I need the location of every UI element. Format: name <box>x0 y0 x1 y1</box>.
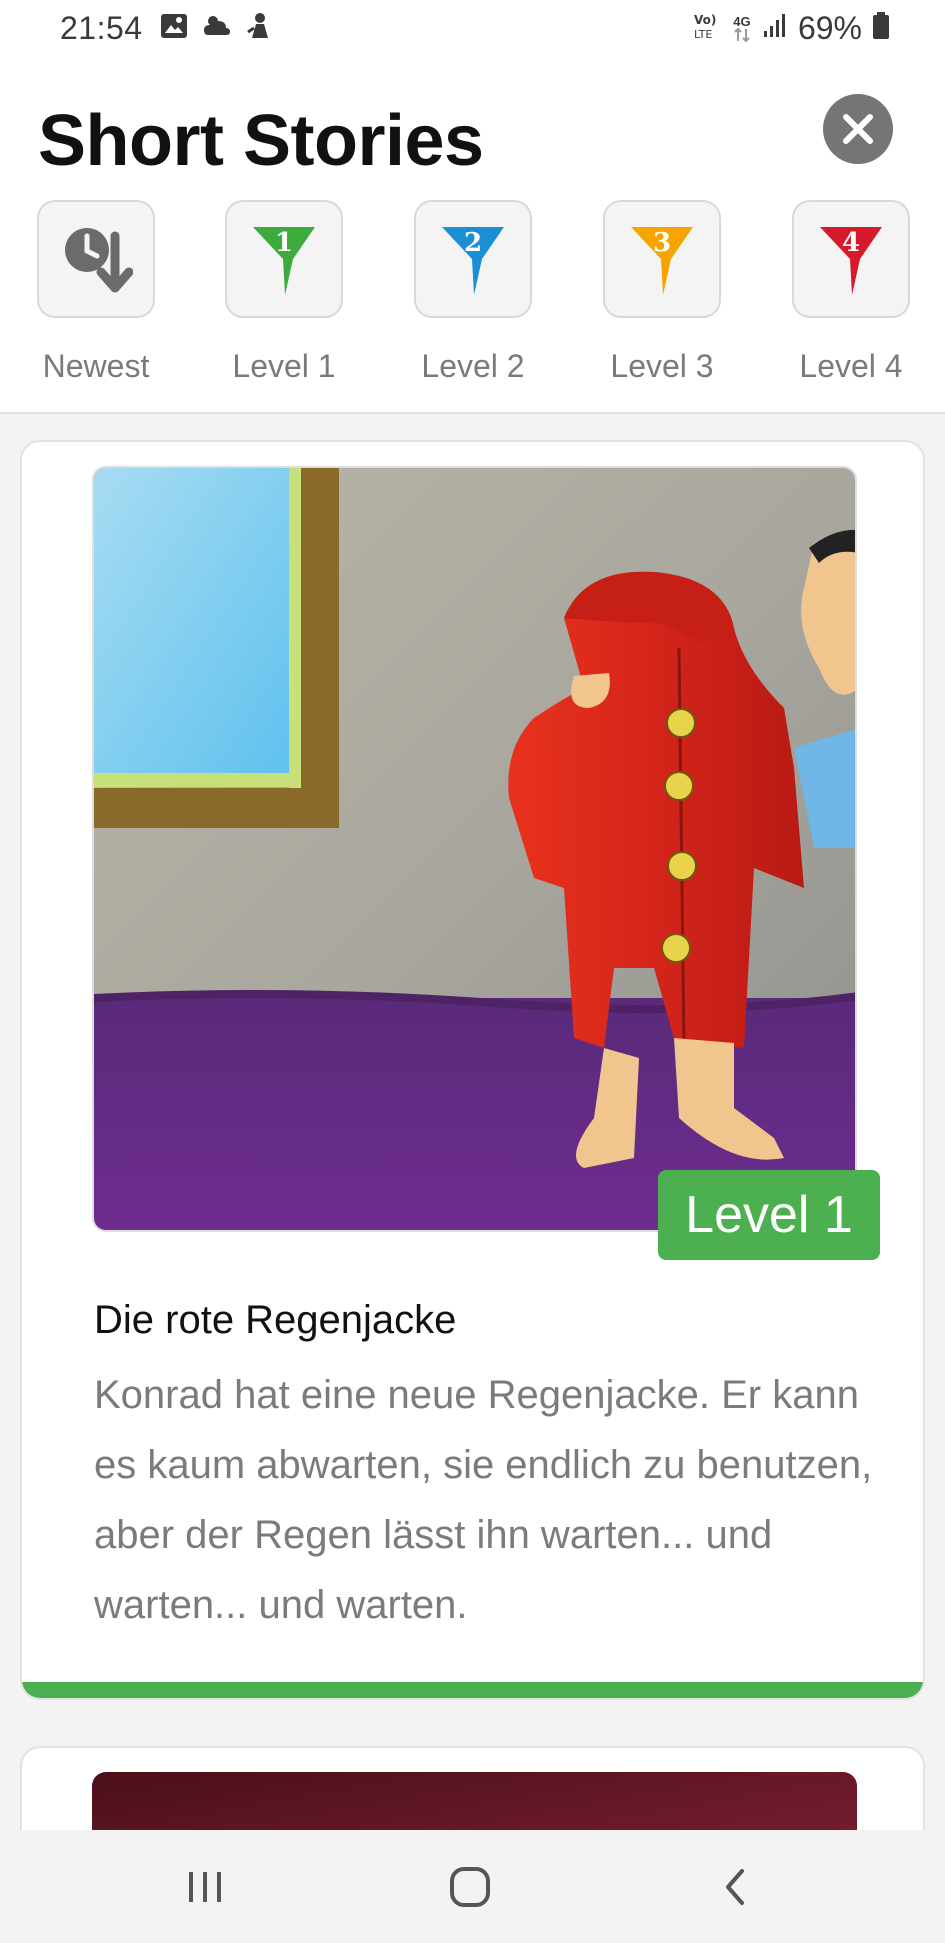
filter-level-4[interactable]: 4 Level 4 <box>791 200 911 385</box>
svg-text:1: 1 <box>275 228 293 258</box>
back-icon <box>726 1869 744 1905</box>
battery-icon <box>872 12 890 45</box>
level-badge: Level 1 <box>658 1170 880 1260</box>
network-type-label: 4G <box>733 13 751 29</box>
level-2-filter-icon: 2 <box>442 227 504 295</box>
filter-level-2-label: Level 2 <box>421 348 525 384</box>
gallery-notification-icon <box>160 13 188 44</box>
battery-percentage: 69% <box>797 10 862 46</box>
system-nav-bar <box>0 1830 945 1943</box>
back-button[interactable] <box>705 1860 765 1914</box>
story-feed[interactable]: Level 1 Die rote Regenjacke Konrad hat e… <box>0 414 945 1830</box>
status-bar: 21:54 Vo) LTE 4G 69% <box>0 0 945 60</box>
filter-level-3[interactable]: 3 Level 3 <box>602 200 722 385</box>
system-status-icons: Vo) LTE 4G 69% <box>692 10 890 47</box>
level-1-filter-icon: 1 <box>253 227 315 295</box>
filter-newest-box[interactable] <box>37 200 155 318</box>
story-description: Konrad hat eine neue Regenjacke. Er kann… <box>94 1373 873 1627</box>
filter-level-2[interactable]: 2 Level 2 <box>413 200 533 385</box>
home-icon <box>450 1867 490 1907</box>
header: Short Stories <box>0 60 945 190</box>
story-card[interactable]: Level 1 Die rote Regenjacke Konrad hat e… <box>20 440 925 1700</box>
status-time: 21:54 <box>60 10 143 46</box>
network-type-icon: 4G <box>732 13 752 42</box>
svg-text:Vo): Vo) <box>694 13 716 27</box>
recent-apps-icon <box>189 1872 221 1902</box>
filter-level-1-box[interactable]: 1 <box>225 200 343 318</box>
filter-level-1-label: Level 1 <box>232 348 336 384</box>
filter-level-1[interactable]: 1 Level 1 <box>224 200 344 385</box>
filter-row: Newest 1 Level 1 2 Level 2 3 Level 3 4 L… <box>0 200 945 390</box>
story-title: Die rote Regenjacke <box>94 1298 457 1342</box>
filter-newest-label: Newest <box>42 348 150 384</box>
level-4-filter-icon: 4 <box>820 227 882 295</box>
filter-level-3-box[interactable]: 3 <box>603 200 721 318</box>
home-button[interactable] <box>440 1860 500 1914</box>
recent-apps-button[interactable] <box>175 1860 235 1914</box>
signal-strength-icon <box>762 13 788 44</box>
filter-level-3-label: Level 3 <box>610 348 714 384</box>
svg-text:3: 3 <box>653 228 671 258</box>
filter-level-4-box[interactable]: 4 <box>792 200 910 318</box>
clock-sort-icon <box>65 228 133 293</box>
close-button[interactable] <box>823 94 893 164</box>
story-cover-image <box>92 466 857 1232</box>
filter-level-2-box[interactable]: 2 <box>414 200 532 318</box>
level-3-filter-icon: 3 <box>631 227 693 295</box>
app-notification-icon <box>246 12 272 45</box>
svg-text:2: 2 <box>464 228 482 258</box>
svg-text:4: 4 <box>842 228 860 258</box>
level-progress-stripe <box>22 1682 923 1698</box>
app-screen: 21:54 Vo) LTE 4G 69% Short Stories Newes… <box>0 0 945 1943</box>
notification-icons <box>160 12 272 45</box>
story-cover-image <box>92 1772 857 1830</box>
weather-notification-icon <box>202 13 232 44</box>
close-icon <box>843 114 873 144</box>
page-title: Short Stories <box>38 101 484 181</box>
filter-level-4-label: Level 4 <box>799 348 903 384</box>
volte-icon: Vo) LTE <box>692 11 722 46</box>
story-card[interactable] <box>20 1746 925 1830</box>
svg-text:LTE: LTE <box>694 28 712 41</box>
filter-newest[interactable]: Newest <box>36 200 156 385</box>
